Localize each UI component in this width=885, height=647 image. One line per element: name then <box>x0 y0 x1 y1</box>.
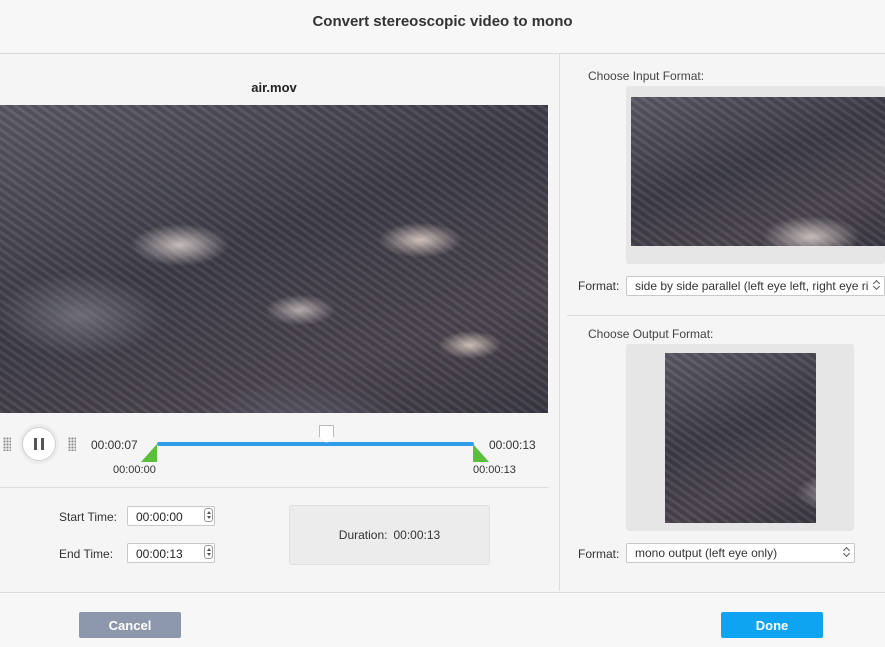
output-format-select[interactable]: mono output (left eye only) <box>626 543 855 563</box>
done-button[interactable]: Done <box>721 612 823 638</box>
end-time-input[interactable]: 00:00:13 <box>127 543 215 563</box>
input-format-preview <box>631 97 885 246</box>
timeline-track[interactable] <box>157 442 474 446</box>
input-format-value[interactable]: side by side parallel (left eye left, ri… <box>626 276 885 296</box>
chevron-updown-icon <box>843 546 851 558</box>
end-time-label: End Time: <box>59 547 114 561</box>
output-format-preview <box>665 353 816 523</box>
divider <box>567 315 885 316</box>
grip-icon[interactable] <box>68 437 76 451</box>
duration-value: 00:00:13 <box>393 528 441 542</box>
file-name: air.mov <box>251 80 297 95</box>
video-preview <box>0 105 548 413</box>
start-time-label: Start Time: <box>59 510 118 524</box>
chevron-updown-icon <box>873 279 881 291</box>
dialog-title: Convert stereoscopic video to mono <box>312 13 573 30</box>
range-start-time: 00:00:00 <box>113 464 156 476</box>
grip-icon[interactable] <box>3 437 11 451</box>
current-time: 00:00:07 <box>91 438 138 452</box>
pause-button[interactable] <box>22 427 56 461</box>
pause-icon <box>32 438 46 450</box>
output-format-heading: Choose Output Format: <box>588 327 714 341</box>
start-time-input[interactable]: 00:00:00 <box>127 506 215 526</box>
duration-box: Duration: 00:00:13 <box>289 505 490 565</box>
total-time: 00:00:13 <box>489 438 536 452</box>
cancel-button[interactable]: Cancel <box>79 612 181 638</box>
end-time-field[interactable]: 00:00:13 <box>127 543 215 563</box>
range-end-time: 00:00:13 <box>473 464 516 476</box>
divider <box>0 487 548 488</box>
input-format-select[interactable]: side by side parallel (left eye left, ri… <box>626 276 885 296</box>
duration-label: Duration: <box>338 528 388 542</box>
input-format-heading: Choose Input Format: <box>588 69 705 83</box>
output-format-value[interactable]: mono output (left eye only) <box>626 543 855 563</box>
start-time-field[interactable]: 00:00:00 <box>127 506 215 526</box>
spinner-icon[interactable] <box>204 508 213 522</box>
spinner-icon[interactable] <box>204 545 213 559</box>
input-format-label: Format: <box>578 279 620 293</box>
output-format-label: Format: <box>578 547 620 561</box>
